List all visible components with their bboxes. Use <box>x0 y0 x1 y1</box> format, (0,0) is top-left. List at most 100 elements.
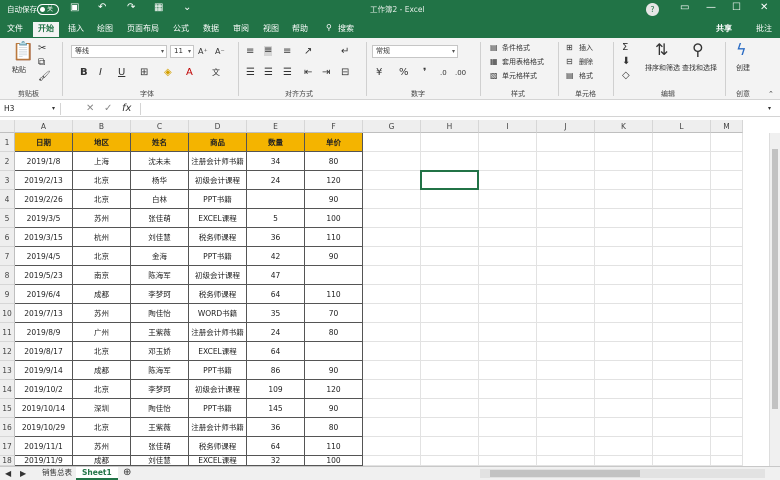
fill-color-icon[interactable]: ◈ <box>164 68 172 78</box>
find-select-button[interactable]: 查找和选择 <box>682 63 717 73</box>
grid-cell[interactable] <box>653 285 711 304</box>
tab-home[interactable]: 开始 <box>33 22 59 37</box>
share-button[interactable]: 共享 <box>716 23 732 34</box>
decrease-decimal-icon[interactable]: .00 <box>455 68 466 78</box>
tab-page-layout[interactable]: 页面布局 <box>127 23 159 34</box>
table-header-cell[interactable]: 日期 <box>15 133 73 152</box>
grid-cell[interactable] <box>653 190 711 209</box>
tab-review[interactable]: 审阅 <box>233 23 249 34</box>
grid-cell[interactable] <box>537 361 595 380</box>
grid-cell[interactable] <box>537 228 595 247</box>
grid-cell[interactable] <box>595 361 653 380</box>
grid-cell[interactable] <box>479 361 537 380</box>
grid-cell[interactable] <box>595 418 653 437</box>
table-cell[interactable]: 70 <box>305 304 363 323</box>
insert-cells-icon[interactable]: ⊞ <box>566 43 573 53</box>
grid-cell[interactable] <box>595 190 653 209</box>
column-header[interactable]: D <box>189 120 247 133</box>
grid-cell[interactable] <box>363 285 421 304</box>
column-header[interactable]: M <box>711 120 743 133</box>
grid-cell[interactable] <box>363 323 421 342</box>
table-cell[interactable]: 张佳萌 <box>131 209 189 228</box>
table-cell[interactable]: 36 <box>247 418 305 437</box>
customize-qat-icon[interactable]: ⌄ <box>183 2 191 13</box>
grid-cell[interactable] <box>711 437 743 456</box>
table-cell[interactable]: 100 <box>305 456 363 466</box>
table-header-cell[interactable]: 商品 <box>189 133 247 152</box>
grid-cell[interactable] <box>595 285 653 304</box>
phonetic-icon[interactable]: 文 <box>212 68 220 78</box>
underline-icon[interactable]: U <box>118 68 125 78</box>
grid-cell[interactable] <box>711 418 743 437</box>
grid-cell[interactable] <box>479 456 537 466</box>
grid-cell[interactable] <box>363 228 421 247</box>
sort-filter-icon[interactable]: ⇅ <box>655 42 668 58</box>
delete-cells-button[interactable]: 删除 <box>579 57 593 67</box>
table-cell[interactable]: 金海 <box>131 247 189 266</box>
redo-icon[interactable]: ↷ <box>127 2 135 13</box>
table-cell[interactable]: 北京 <box>73 380 131 399</box>
tab-data[interactable]: 数据 <box>203 23 219 34</box>
table-cell[interactable]: 注册会计师书籍 <box>189 152 247 171</box>
table-cell[interactable]: 90 <box>305 247 363 266</box>
table-cell[interactable]: 90 <box>305 190 363 209</box>
percent-icon[interactable]: % <box>399 68 409 78</box>
column-header[interactable]: I <box>479 120 537 133</box>
table-cell[interactable]: EXCEL课程 <box>189 456 247 466</box>
table-cell[interactable]: 2019/7/13 <box>15 304 73 323</box>
grid-cell[interactable] <box>653 228 711 247</box>
table-cell[interactable]: PPT书籍 <box>189 361 247 380</box>
grid-cell[interactable] <box>711 323 743 342</box>
insert-cells-button[interactable]: 插入 <box>579 43 593 53</box>
table-cell[interactable]: 35 <box>247 304 305 323</box>
table-cell[interactable]: 2019/11/1 <box>15 437 73 456</box>
decrease-indent-icon[interactable]: ⇤ <box>304 68 312 78</box>
grid-cell[interactable] <box>363 380 421 399</box>
grid-cell[interactable] <box>421 228 479 247</box>
align-left-icon[interactable]: ☰ <box>246 68 255 78</box>
minimize-icon[interactable]: — <box>706 2 716 13</box>
grid-cell[interactable] <box>479 190 537 209</box>
table-cell[interactable]: 2019/11/9 <box>15 456 73 466</box>
align-top-icon[interactable]: ≡ <box>246 47 254 57</box>
grid-cell[interactable] <box>537 437 595 456</box>
grid-cell[interactable] <box>653 437 711 456</box>
table-cell[interactable]: 广州 <box>73 323 131 342</box>
cell-style-button[interactable]: 单元格样式 <box>502 71 537 81</box>
grid-cell[interactable] <box>479 171 537 190</box>
grid-cell[interactable] <box>421 361 479 380</box>
grid-cell[interactable] <box>363 399 421 418</box>
column-header[interactable]: F <box>305 120 363 133</box>
chevron-down-icon[interactable]: ▾ <box>52 104 55 114</box>
table-cell[interactable]: 2019/2/13 <box>15 171 73 190</box>
autosum-icon[interactable]: Σ <box>622 43 628 53</box>
grid-cell[interactable] <box>537 209 595 228</box>
grid-cell[interactable] <box>711 133 743 152</box>
grid-cell[interactable] <box>479 399 537 418</box>
grid-cell[interactable] <box>711 342 743 361</box>
row-header[interactable]: 8 <box>0 266 15 285</box>
add-sheet-icon[interactable]: ⊕ <box>123 468 131 478</box>
create-button[interactable]: 创建 <box>736 63 750 73</box>
grid-cell[interactable] <box>653 380 711 399</box>
column-header[interactable]: B <box>73 120 131 133</box>
hscroll-thumb[interactable] <box>490 470 640 477</box>
grid-cell[interactable] <box>653 456 711 466</box>
table-cell[interactable]: 北京 <box>73 171 131 190</box>
grid-cell[interactable] <box>421 304 479 323</box>
column-header[interactable]: E <box>247 120 305 133</box>
column-header[interactable]: K <box>595 120 653 133</box>
grid-cell[interactable] <box>595 323 653 342</box>
grid-cell[interactable] <box>595 380 653 399</box>
next-sheet-icon[interactable]: ▶ <box>20 469 26 479</box>
table-cell[interactable]: PPT书籍 <box>189 190 247 209</box>
grid-cell[interactable] <box>653 171 711 190</box>
grid-cell[interactable] <box>421 418 479 437</box>
vertical-scrollbar[interactable] <box>769 133 780 466</box>
grid-cell[interactable] <box>363 171 421 190</box>
grid-cell[interactable] <box>653 342 711 361</box>
table-cell[interactable]: 2019/4/5 <box>15 247 73 266</box>
grid-cell[interactable] <box>595 133 653 152</box>
table-cell[interactable]: 刘佳慧 <box>131 228 189 247</box>
grid-cell[interactable] <box>363 437 421 456</box>
